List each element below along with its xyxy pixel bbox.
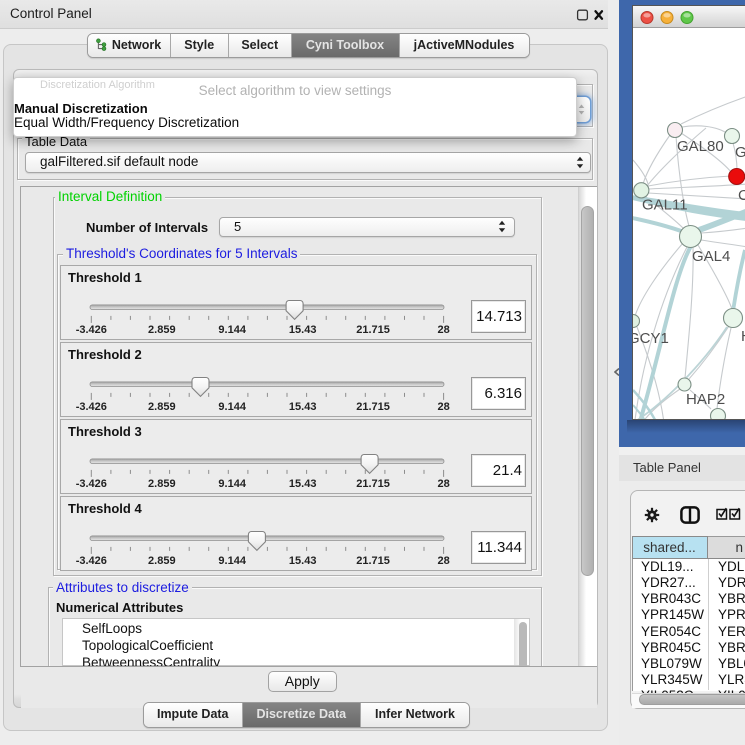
svg-text:GAL11: GAL11 bbox=[642, 197, 688, 214]
svg-text:C: C bbox=[738, 187, 745, 204]
svg-text:GAL80: GAL80 bbox=[677, 138, 724, 155]
svg-text:GCY1: GCY1 bbox=[633, 330, 669, 347]
svg-text:HAP2: HAP2 bbox=[686, 391, 725, 408]
svg-text:GA: GA bbox=[735, 144, 745, 161]
svg-text:GAL4: GAL4 bbox=[692, 248, 730, 265]
svg-text:H: H bbox=[741, 328, 745, 345]
